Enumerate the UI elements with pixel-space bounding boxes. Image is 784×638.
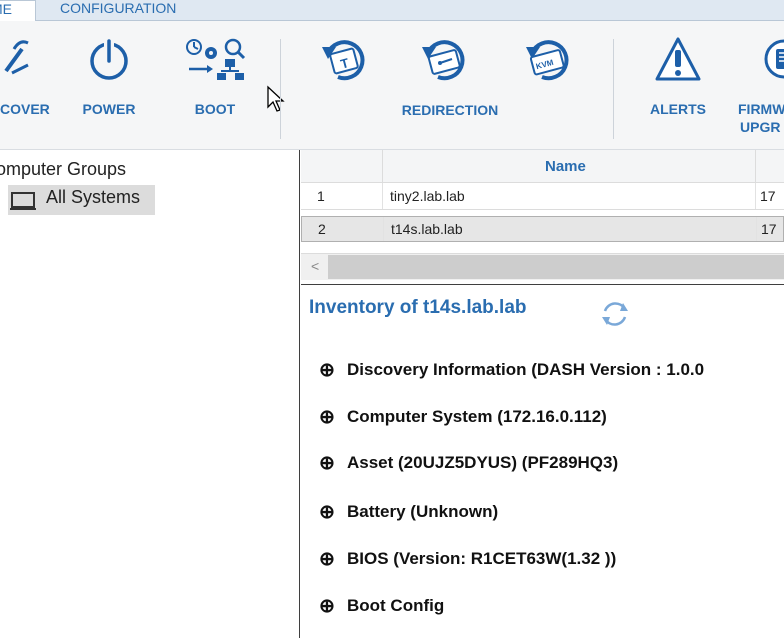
row-number: 1 (317, 188, 325, 204)
section-label: Battery (Unknown) (347, 502, 499, 521)
inventory-panel: Inventory of t14s.lab.lab ⊕ Discovery In… (301, 285, 784, 638)
section-battery[interactable]: ⊕ Battery (Unknown) (301, 497, 784, 527)
section-label: Discovery Information (DASH Version : 1.… (347, 360, 705, 379)
discover-label: COVER (0, 101, 50, 117)
row-hostname: t14s.lab.lab (391, 221, 463, 237)
text-redirection-icon[interactable]: T (318, 33, 374, 85)
discover-icon (4, 40, 29, 75)
table-row[interactable]: 1 tiny2.lab.lab 17 (301, 183, 784, 210)
power-icon (90, 37, 128, 80)
tab-configuration[interactable]: CONFIGURATION (60, 0, 176, 20)
usb-redirection-icon[interactable] (418, 33, 474, 85)
section-computer-system[interactable]: ⊕ Computer System (172.16.0.112) (301, 402, 784, 432)
cell-divider (755, 183, 756, 209)
boot-label: BOOT (194, 101, 236, 117)
ribbon-separator (280, 39, 281, 139)
computer-groups-tree: omputer Groups All Systems (0, 150, 300, 638)
power-button[interactable]: POWER (76, 21, 142, 149)
alert-icon (655, 37, 701, 81)
cell-divider (383, 217, 384, 241)
expand-icon[interactable]: ⊕ (319, 359, 335, 382)
redirection-label: REDIRECTION (401, 102, 499, 118)
scrollbar-thumb[interactable] (328, 255, 784, 279)
expand-icon[interactable]: ⊕ (319, 501, 335, 524)
boot-button[interactable]: BOOT (182, 21, 248, 149)
horizontal-scrollbar[interactable]: < (301, 253, 784, 280)
cell-divider (382, 183, 383, 209)
row-ip: 17 (760, 188, 776, 204)
column-divider[interactable] (382, 150, 383, 182)
cell-divider (756, 217, 757, 241)
firmware-icon (764, 39, 784, 79)
section-label: Computer System (172.16.0.112) (347, 407, 607, 426)
monitor-icon (10, 192, 36, 210)
tree-node-all-systems[interactable]: All Systems (8, 185, 155, 215)
alerts-label: ALERTS (650, 101, 706, 117)
refresh-icon[interactable] (597, 297, 633, 331)
firmware-label-line2: UPGR (740, 119, 781, 135)
expand-icon[interactable]: ⊕ (319, 406, 335, 429)
discover-button[interactable]: COVER (0, 21, 50, 149)
section-bios[interactable]: ⊕ BIOS (Version: R1CET63W(1.32 )) (301, 544, 784, 574)
table-row-selected[interactable]: 2 t14s.lab.lab 17 (301, 216, 784, 242)
section-label: BIOS (Version: R1CET63W(1.32 )) (347, 549, 617, 568)
expand-icon[interactable]: ⊕ (319, 452, 335, 475)
power-label: POWER (82, 101, 136, 117)
inventory-title: Inventory of t14s.lab.lab (309, 297, 527, 318)
redirection-group: T KVM REDIRECTION (300, 21, 600, 149)
mouse-cursor-icon (267, 85, 285, 112)
section-label: Boot Config (347, 596, 445, 615)
firmware-label-line1: FIRMW (738, 101, 784, 117)
row-number: 2 (318, 221, 326, 237)
expand-icon[interactable]: ⊕ (319, 595, 335, 618)
ribbon-separator (613, 39, 614, 139)
kvm-redirection-icon[interactable]: KVM (522, 33, 578, 85)
expand-icon[interactable]: ⊕ (319, 548, 335, 571)
row-ip: 17 (761, 221, 777, 237)
column-divider[interactable] (755, 150, 756, 182)
ribbon: COVER POWER BOOT T KVM REDIRECTION ALERT… (0, 21, 784, 150)
scroll-left-icon[interactable]: < (311, 258, 319, 274)
boot-icon (186, 38, 246, 80)
systems-grid: Name 1 tiny2.lab.lab 17 2 t14s.lab.lab 1… (301, 150, 784, 283)
tree-root-computer-groups[interactable]: omputer Groups (0, 159, 126, 180)
section-asset[interactable]: ⊕ Asset (20UJZ5DYUS) (PF289HQ3) (301, 448, 784, 478)
section-label: Asset (20UJZ5DYUS) (PF289HQ3) (347, 453, 619, 472)
section-discovery-information[interactable]: ⊕ Discovery Information (DASH Version : … (301, 355, 784, 385)
firmware-upgrade-button[interactable]: FIRMW UPGR (738, 21, 784, 149)
alerts-button[interactable]: ALERTS (644, 21, 712, 149)
column-header-name[interactable]: Name (545, 158, 586, 175)
section-boot-config[interactable]: ⊕ Boot Config (301, 591, 784, 621)
tree-node-label: All Systems (46, 187, 141, 207)
grid-header: Name (301, 150, 784, 183)
ribbon-tab-bar: ME CONFIGURATION (0, 0, 784, 21)
row-hostname: tiny2.lab.lab (390, 188, 465, 204)
tab-home[interactable]: ME (0, 0, 36, 21)
